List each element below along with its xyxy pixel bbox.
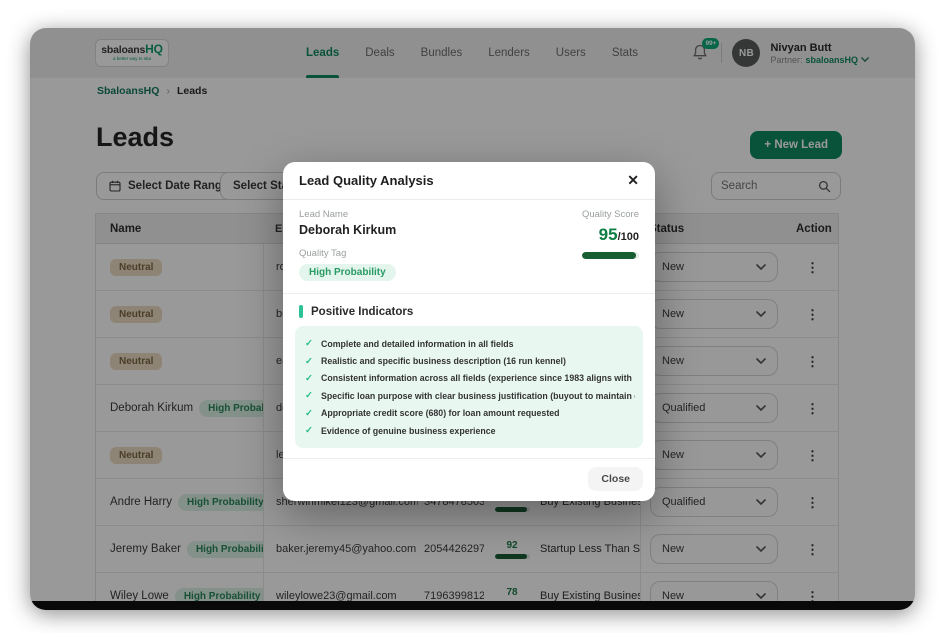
modal-body: Lead Name Deborah Kirkum Quality Score 9… xyxy=(283,200,655,448)
quality-score-label: Quality Score xyxy=(582,209,639,220)
indicator-text: Realistic and specific business descript… xyxy=(321,356,566,366)
indicator-item: ✓ Evidence of genuine business experience xyxy=(303,422,635,439)
check-icon: ✓ xyxy=(305,338,313,349)
indicator-text: Consistent information across all fields… xyxy=(321,373,635,383)
indicator-text: Evidence of genuine business experience xyxy=(321,426,496,436)
close-icon[interactable]: ✕ xyxy=(627,172,639,189)
modal-footer: Close xyxy=(283,458,655,501)
positive-indicators-header: Positive Indicators xyxy=(299,305,639,318)
indicator-item: ✓ Appropriate credit score (680) for loan… xyxy=(303,405,635,422)
divider xyxy=(283,293,655,294)
close-button[interactable]: Close xyxy=(588,467,643,491)
check-icon: ✓ xyxy=(305,356,313,367)
check-icon: ✓ xyxy=(305,390,313,401)
quality-score-value: 95 xyxy=(599,225,618,244)
indicator-item: ✓ Complete and detailed information in al… xyxy=(303,335,635,352)
check-icon: ✓ xyxy=(305,408,313,419)
indicator-item: ✓ Specific loan purpose with clear busine… xyxy=(303,387,635,404)
check-icon: ✓ xyxy=(305,425,313,436)
modal-header: Lead Quality Analysis ✕ xyxy=(283,162,655,200)
quality-tag-badge: High Probability xyxy=(299,264,396,281)
quality-score-block: Quality Score 95/100 xyxy=(582,209,639,259)
lead-quality-modal: Lead Quality Analysis ✕ Lead Name Debora… xyxy=(283,162,655,501)
indicator-text: Complete and detailed information in all… xyxy=(321,339,514,349)
accent-bar xyxy=(299,305,303,318)
quality-score-max: /100 xyxy=(618,231,639,243)
indicator-text: Appropriate credit score (680) for loan … xyxy=(321,408,560,418)
indicator-item: ✓ Consistent information across all field… xyxy=(303,370,635,387)
indicator-text: Specific loan purpose with clear busines… xyxy=(321,391,635,401)
positive-indicators-title: Positive Indicators xyxy=(311,306,413,318)
indicator-item: ✓ Realistic and specific business descrip… xyxy=(303,352,635,369)
quality-score-bar xyxy=(582,252,639,259)
modal-title: Lead Quality Analysis xyxy=(299,173,434,188)
positive-indicators-list: ✓ Complete and detailed information in al… xyxy=(295,326,643,448)
check-icon: ✓ xyxy=(305,373,313,384)
